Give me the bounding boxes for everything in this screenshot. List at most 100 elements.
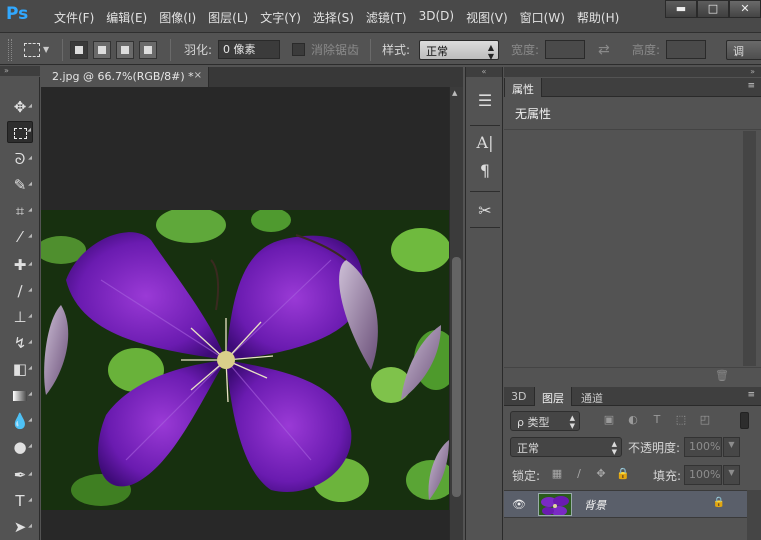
blur-tool-icon[interactable]: 💧 ◢ bbox=[7, 410, 33, 432]
rect-marquee-tool-icon[interactable]: ◢ bbox=[7, 121, 33, 143]
eye-icon[interactable]: 👁 bbox=[512, 498, 526, 511]
menu-window[interactable]: 窗口(W) bbox=[514, 9, 571, 26]
filter-type-icon[interactable]: T bbox=[650, 413, 664, 427]
kind-filter-select[interactable]: ρ 类型 ▲ ▼ bbox=[510, 411, 580, 431]
gradient-tool-icon[interactable]: ◢ bbox=[7, 384, 33, 406]
width-input[interactable] bbox=[545, 40, 585, 59]
new-selection-icon[interactable] bbox=[70, 40, 88, 59]
healing-brush-tool-icon[interactable]: ✚ ◢ bbox=[7, 254, 33, 276]
blend-mode-select[interactable]: 正常 ▲ ▼ bbox=[510, 437, 622, 457]
menu-image[interactable]: 图像(I) bbox=[153, 9, 202, 26]
path-select-tool-icon[interactable]: ➤ ◢ bbox=[7, 516, 33, 538]
filter-shape-icon[interactable]: ⬚ bbox=[674, 413, 688, 427]
brush-tool-icon[interactable]: ∕ ◢ bbox=[7, 280, 33, 302]
paragraph-styles-icon[interactable]: ☰ bbox=[472, 89, 498, 113]
layers-scrollbar[interactable] bbox=[747, 490, 761, 540]
menu-bar: Ps 文件(F) 编辑(E) 图像(I) 图层(L) 文字(Y) 选择(S) 滤… bbox=[0, 0, 761, 33]
right-dock-collapse[interactable]: » bbox=[504, 67, 761, 77]
opacity-input[interactable]: 100% bbox=[684, 437, 722, 457]
dock-collapse[interactable]: « bbox=[466, 67, 502, 77]
filter-smart-object-icon[interactable]: ◰ bbox=[698, 413, 712, 427]
lock-transparent-icon[interactable]: ▦ bbox=[550, 467, 564, 481]
opacity-dropdown-icon[interactable]: ▼ bbox=[723, 437, 740, 457]
lock-move-icon[interactable]: ✥ bbox=[594, 467, 608, 481]
opacity-label: 不透明度: bbox=[628, 441, 681, 455]
tab-layers[interactable]: 图层 bbox=[534, 387, 572, 406]
menu-view[interactable]: 视图(V) bbox=[460, 9, 514, 26]
antialias-checkbox[interactable] bbox=[292, 43, 305, 56]
clone-stamp-tool-icon[interactable]: ⊥ ◢ bbox=[7, 306, 33, 328]
menu-edit[interactable]: 编辑(E) bbox=[100, 9, 153, 26]
lock-row: 锁定: ▦ ∕ ✥ 🔒 填充: 100% ▼ bbox=[504, 461, 761, 489]
menu-3d[interactable]: 3D(D) bbox=[413, 9, 460, 26]
panel-menu-icon[interactable]: ≡ bbox=[747, 390, 755, 400]
filter-adjustment-icon[interactable]: ◐ bbox=[626, 413, 640, 427]
tool-preset-picker[interactable]: ▼ bbox=[24, 34, 49, 65]
eyedropper-tool-icon[interactable]: ⁄ ◢ bbox=[7, 226, 33, 248]
refine-edge-button[interactable]: 调 bbox=[726, 39, 761, 60]
subtract-selection-icon[interactable] bbox=[116, 40, 134, 59]
tab-channels[interactable]: 通道 bbox=[574, 387, 610, 406]
minimize-button[interactable]: ▬ bbox=[665, 0, 697, 18]
fill-dropdown-icon[interactable]: ▼ bbox=[723, 465, 740, 485]
menu-filter[interactable]: 滤镜(T) bbox=[360, 9, 413, 26]
scroll-thumb[interactable] bbox=[452, 257, 461, 497]
document-tab[interactable]: 2.jpg @ 66.7%(RGB/8#) * × bbox=[41, 67, 209, 87]
lock-all-icon[interactable]: 🔒 bbox=[616, 467, 630, 481]
move-tool-icon[interactable]: ✥ ◢ bbox=[7, 96, 33, 118]
type-tool-icon[interactable]: T ◢ bbox=[7, 490, 33, 512]
document-canvas[interactable] bbox=[41, 87, 449, 540]
chevron-updown-icon: ▲ ▼ bbox=[569, 414, 575, 430]
photoshop-logo: Ps bbox=[6, 4, 29, 24]
lock-icon: 🔒 bbox=[712, 497, 725, 508]
menu-layer[interactable]: 图层(L) bbox=[202, 9, 254, 26]
add-selection-icon[interactable] bbox=[93, 40, 111, 59]
rect-marquee-icon bbox=[24, 42, 40, 57]
close-button[interactable]: ✕ bbox=[729, 0, 761, 18]
style-select[interactable]: 正常 ▲ ▼ bbox=[419, 39, 499, 61]
options-grip[interactable] bbox=[8, 38, 12, 61]
lock-brush-icon[interactable]: ∕ bbox=[572, 467, 586, 481]
chevron-down-icon: ▼ bbox=[43, 45, 50, 54]
divider bbox=[170, 38, 171, 61]
chevron-updown-icon: ▲ ▼ bbox=[611, 440, 617, 456]
swap-icon[interactable]: ⇄ bbox=[598, 42, 610, 58]
menu-file[interactable]: 文件(F) bbox=[48, 9, 100, 26]
tools-collapse[interactable]: » bbox=[0, 66, 40, 76]
tab-3d[interactable]: 3D bbox=[504, 387, 533, 406]
layer-row-background[interactable]: 👁 背景 🔒 bbox=[504, 490, 761, 518]
lock-label: 锁定: bbox=[512, 469, 541, 483]
scroll-up-icon[interactable]: ▲ bbox=[452, 89, 457, 97]
properties-footer: 🗑 bbox=[504, 367, 761, 383]
dodge-tool-icon[interactable]: ● ◢ bbox=[7, 436, 33, 458]
feather-input[interactable]: 0 像素 bbox=[218, 40, 280, 59]
filter-pixel-icon[interactable]: ▣ bbox=[602, 413, 616, 427]
close-tab-icon[interactable]: × bbox=[194, 70, 202, 81]
maximize-button[interactable]: □ bbox=[697, 0, 729, 18]
history-brush-tool-icon[interactable]: ↯ ◢ bbox=[7, 332, 33, 354]
quick-select-tool-icon[interactable]: ✎ ◢ bbox=[7, 174, 33, 196]
menu-type[interactable]: 文字(Y) bbox=[254, 9, 307, 26]
document-tab-title: 2.jpg @ 66.7%(RGB/8#) * bbox=[52, 70, 194, 83]
height-input[interactable] bbox=[666, 40, 706, 59]
filter-toggle[interactable] bbox=[740, 412, 749, 429]
intersect-selection-icon[interactable] bbox=[139, 40, 157, 59]
panel-menu-icon[interactable]: ≡ bbox=[747, 81, 755, 91]
menu-help[interactable]: 帮助(H) bbox=[571, 9, 625, 26]
layer-filter-row: ρ 类型 ▲ ▼ ▣ ◐ T ⬚ ◰ bbox=[504, 407, 761, 435]
canvas-vertical-scrollbar[interactable]: ▲ bbox=[449, 87, 463, 540]
menu-select[interactable]: 选择(S) bbox=[307, 9, 360, 26]
crop-tool-icon[interactable]: ⌗ ◢ bbox=[7, 200, 33, 222]
properties-scrollbar[interactable] bbox=[743, 131, 756, 366]
paragraph-icon[interactable]: ¶ bbox=[472, 159, 498, 183]
trash-icon[interactable]: 🗑 bbox=[715, 369, 729, 382]
tools-settings-icon[interactable]: ✂ bbox=[472, 199, 498, 223]
pen-tool-icon[interactable]: ✒ ◢ bbox=[7, 464, 33, 486]
fill-input[interactable]: 100% bbox=[684, 465, 722, 485]
style-value: 正常 bbox=[426, 44, 448, 58]
tab-properties[interactable]: 属性 bbox=[504, 78, 542, 97]
lasso-tool-icon[interactable]: ᘐ ◢ bbox=[7, 148, 33, 170]
eraser-tool-icon[interactable]: ◧ ◢ bbox=[7, 358, 33, 380]
character-icon[interactable]: A| bbox=[472, 131, 498, 155]
kind-filter-value: ρ 类型 bbox=[517, 416, 550, 429]
